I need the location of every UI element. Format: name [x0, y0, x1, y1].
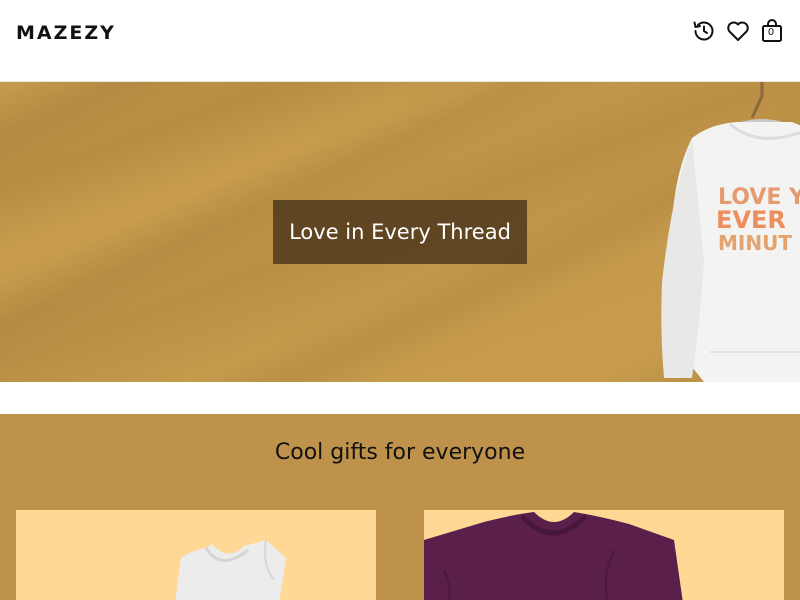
- tshirt-image: [424, 512, 683, 600]
- print-line-3: MINUT: [718, 231, 792, 255]
- sweatshirt-image: LOVE YO EVER MINUT: [661, 82, 800, 382]
- header-icons: 0: [692, 18, 784, 44]
- heart-icon[interactable]: [726, 18, 750, 44]
- product-card-tshirt[interactable]: [424, 510, 784, 600]
- brand-logo[interactable]: MAZEZY: [16, 22, 116, 44]
- history-icon[interactable]: [692, 18, 716, 44]
- cart-count-badge: 0: [767, 27, 775, 38]
- product-card-tank-top[interactable]: [16, 510, 376, 600]
- hero-banner[interactable]: Love in Every Thread LOVE YO EVER MINUT: [0, 82, 800, 382]
- print-line-2: EVER: [716, 206, 786, 234]
- hero-title-box: Love in Every Thread: [273, 200, 527, 264]
- hero-title: Love in Every Thread: [289, 220, 511, 244]
- section-spacer: [0, 382, 800, 414]
- tank-top-image: [175, 539, 286, 600]
- site-header: MAZEZY 0: [0, 0, 800, 82]
- shopping-bag-icon[interactable]: 0: [760, 18, 784, 44]
- section-title: Cool gifts for everyone: [274, 440, 526, 465]
- gifts-section: Cool gifts for everyone: [0, 414, 800, 600]
